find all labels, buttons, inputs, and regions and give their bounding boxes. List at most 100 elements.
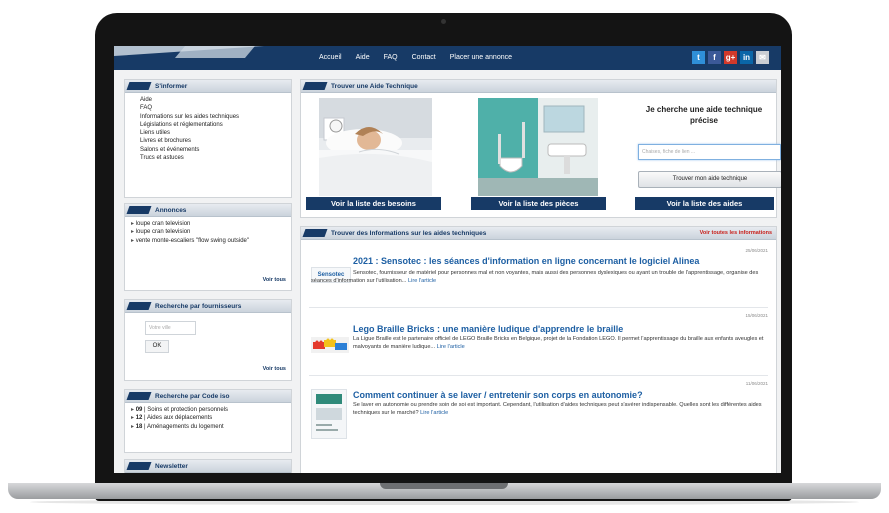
sidebar-code-iso: Recherche par Code iso 09 | Soins et pro… xyxy=(124,389,292,453)
informations-header: Trouver des Informations sur les aides t… xyxy=(301,227,776,240)
pieces-photo[interactable] xyxy=(478,98,598,196)
header-tag-icon xyxy=(126,392,152,400)
trouver-aide-button[interactable]: Trouver mon aide technique xyxy=(638,171,781,188)
annonces-list: loupe cran television loupe cran televis… xyxy=(125,217,251,245)
annonces-header: Annonces xyxy=(125,204,291,217)
fournisseurs-title: Recherche par fournisseurs xyxy=(155,302,242,310)
code-iso-title: Recherche par Code iso xyxy=(155,392,230,400)
header-tag-icon xyxy=(126,82,152,90)
annonce-item[interactable]: loupe cran television xyxy=(131,220,251,228)
aide-technique-search-input[interactable]: Chaises, fiche de lien ... xyxy=(638,144,781,160)
informer-link[interactable]: Aide xyxy=(140,96,291,104)
voir-toutes-informations-link[interactable]: Voir toutes les informations xyxy=(700,230,772,236)
article-summary: Sensotec, fournisseur de matériel pour p… xyxy=(311,270,768,285)
annonces-title: Annonces xyxy=(155,206,187,214)
bathroom-image xyxy=(478,98,598,196)
informations-title: Trouver des Informations sur les aides t… xyxy=(331,229,487,237)
article-body-text: La Ligue Braille est le partenaire offic… xyxy=(353,336,764,350)
nav-accueil[interactable]: Accueil xyxy=(319,54,342,61)
informations-panel: Trouver des Informations sur les aides t… xyxy=(300,226,777,473)
code-iso-item[interactable]: 09 | Soins et protection personnels xyxy=(131,406,291,414)
article-title[interactable]: Comment continuer à se laver / entreteni… xyxy=(353,390,643,400)
article-date: 15/06/2021 xyxy=(745,313,768,318)
informer-header: S'informer xyxy=(125,80,291,93)
aide-technique-header: Trouver une Aide Technique xyxy=(301,80,776,93)
laptop-notch xyxy=(380,483,508,489)
code-iso-label: Aménagements du logement xyxy=(146,423,224,430)
nav-placer-annonce[interactable]: Placer une annonce xyxy=(450,54,512,61)
sleeping-woman-image xyxy=(319,98,432,196)
lire-article-link[interactable]: Lire l'article xyxy=(408,278,436,284)
article-separator xyxy=(309,375,768,376)
besoins-link[interactable]: Voir la liste des besoins xyxy=(306,197,441,210)
site-logo-swoosh xyxy=(174,46,256,58)
mail-icon[interactable]: ✉ xyxy=(756,51,769,64)
google-plus-icon[interactable]: g+ xyxy=(724,51,737,64)
header-tag-icon xyxy=(126,206,152,214)
code-iso-header: Recherche par Code iso xyxy=(125,390,291,403)
informer-link[interactable]: Salons et événements xyxy=(140,146,291,154)
code-iso-number: 09 xyxy=(135,407,143,413)
aide-technique-title: Trouver une Aide Technique xyxy=(331,82,418,90)
social-links: t f g+ in ✉ xyxy=(692,51,769,64)
lego-braille-thumbnail[interactable] xyxy=(311,337,349,353)
aides-link[interactable]: Voir la liste des aides xyxy=(635,197,774,210)
annonces-voir-tous-link[interactable]: Voir tous xyxy=(263,277,286,283)
sidebar-annonces: Annonces loupe cran television loupe cra… xyxy=(124,203,292,291)
code-iso-item[interactable]: 12 | Aides aux déplacements xyxy=(131,414,291,422)
pieces-link[interactable]: Voir la liste des pièces xyxy=(471,197,606,210)
autonomie-thumbnail[interactable] xyxy=(311,389,347,439)
article-body-text: Se laver en autonomie ou prendre soin de… xyxy=(353,402,762,416)
newsletter-title[interactable]: Newsletter xyxy=(155,463,188,470)
code-iso-number: 18 xyxy=(135,423,143,430)
linkedin-icon[interactable]: in xyxy=(740,51,753,64)
article-date: 11/06/2021 xyxy=(745,381,768,386)
header-tag-icon xyxy=(302,82,328,90)
twitter-icon[interactable]: t xyxy=(692,51,705,64)
code-iso-list: 09 | Soins et protection personnels 12 |… xyxy=(125,403,291,431)
fournisseur-ville-input[interactable]: Votre ville xyxy=(145,321,196,335)
informer-link[interactable]: Livres et brochures xyxy=(140,137,291,145)
nav-contact[interactable]: Contact xyxy=(412,54,436,61)
lire-article-link[interactable]: Lire l'article xyxy=(420,410,448,416)
article-title[interactable]: 2021 : Sensotec : les séances d'informat… xyxy=(353,256,699,266)
facebook-icon[interactable]: f xyxy=(708,51,721,64)
besoins-photo[interactable] xyxy=(319,98,432,196)
sidebar-newsletter: Newsletter xyxy=(124,459,292,473)
code-iso-label: Aides aux déplacements xyxy=(146,415,213,422)
header-tag-icon xyxy=(126,462,152,470)
sidebar-fournisseurs: Recherche par fournisseurs Votre ville O… xyxy=(124,299,292,381)
informer-link[interactable]: Liens utiles xyxy=(140,129,291,137)
article-title[interactable]: Lego Braille Bricks : une manière ludiqu… xyxy=(353,324,623,334)
annonce-item[interactable]: vente monte-escaliers "flow swing outsid… xyxy=(131,237,251,245)
main-nav: Accueil Aide FAQ Contact Placer une anno… xyxy=(319,54,512,61)
informer-links: Aide FAQ Informations sur les aides tech… xyxy=(125,93,291,162)
nav-faq[interactable]: FAQ xyxy=(384,54,398,61)
webcam xyxy=(441,19,446,24)
fournisseurs-voir-tous-link[interactable]: Voir tous xyxy=(263,366,286,372)
article-body-text: Sensotec, fournisseur de matériel pour p… xyxy=(311,270,759,284)
nav-aide[interactable]: Aide xyxy=(356,54,370,61)
header-tag-icon xyxy=(302,229,328,237)
lego-bricks-image xyxy=(311,337,349,353)
informer-title: S'informer xyxy=(155,82,188,90)
website-screen: Accueil Aide FAQ Contact Placer une anno… xyxy=(114,46,781,473)
aide-technique-panel: Trouver une Aide Technique Voir la liste… xyxy=(300,79,781,218)
article-summary: Se laver en autonomie ou prendre soin de… xyxy=(353,402,768,417)
annonce-item[interactable]: loupe cran television xyxy=(131,228,251,236)
lire-article-link[interactable]: Lire l'article xyxy=(437,344,465,350)
article-summary: La Ligue Braille est le partenaire offic… xyxy=(353,336,768,351)
code-iso-item[interactable]: 18 | Aménagements du logement xyxy=(131,423,291,431)
brochure-image xyxy=(316,394,342,431)
newsletter-header: Newsletter xyxy=(125,460,291,473)
fournisseurs-header: Recherche par fournisseurs xyxy=(125,300,291,313)
header-tag-icon xyxy=(126,302,152,310)
informer-link[interactable]: FAQ xyxy=(140,104,291,112)
top-navigation-bar: Accueil Aide FAQ Contact Placer une anno… xyxy=(114,46,781,70)
sidebar-informer: S'informer Aide FAQ Informations sur les… xyxy=(124,79,292,198)
fournisseur-ok-button[interactable]: OK xyxy=(145,340,169,353)
informer-link[interactable]: Trucs et astuces xyxy=(140,154,291,162)
informer-link[interactable]: Législations et réglementations xyxy=(140,121,291,129)
search-heading: Je cherche une aide technique précise xyxy=(645,105,763,125)
informer-link[interactable]: Informations sur les aides techniques xyxy=(140,113,291,121)
